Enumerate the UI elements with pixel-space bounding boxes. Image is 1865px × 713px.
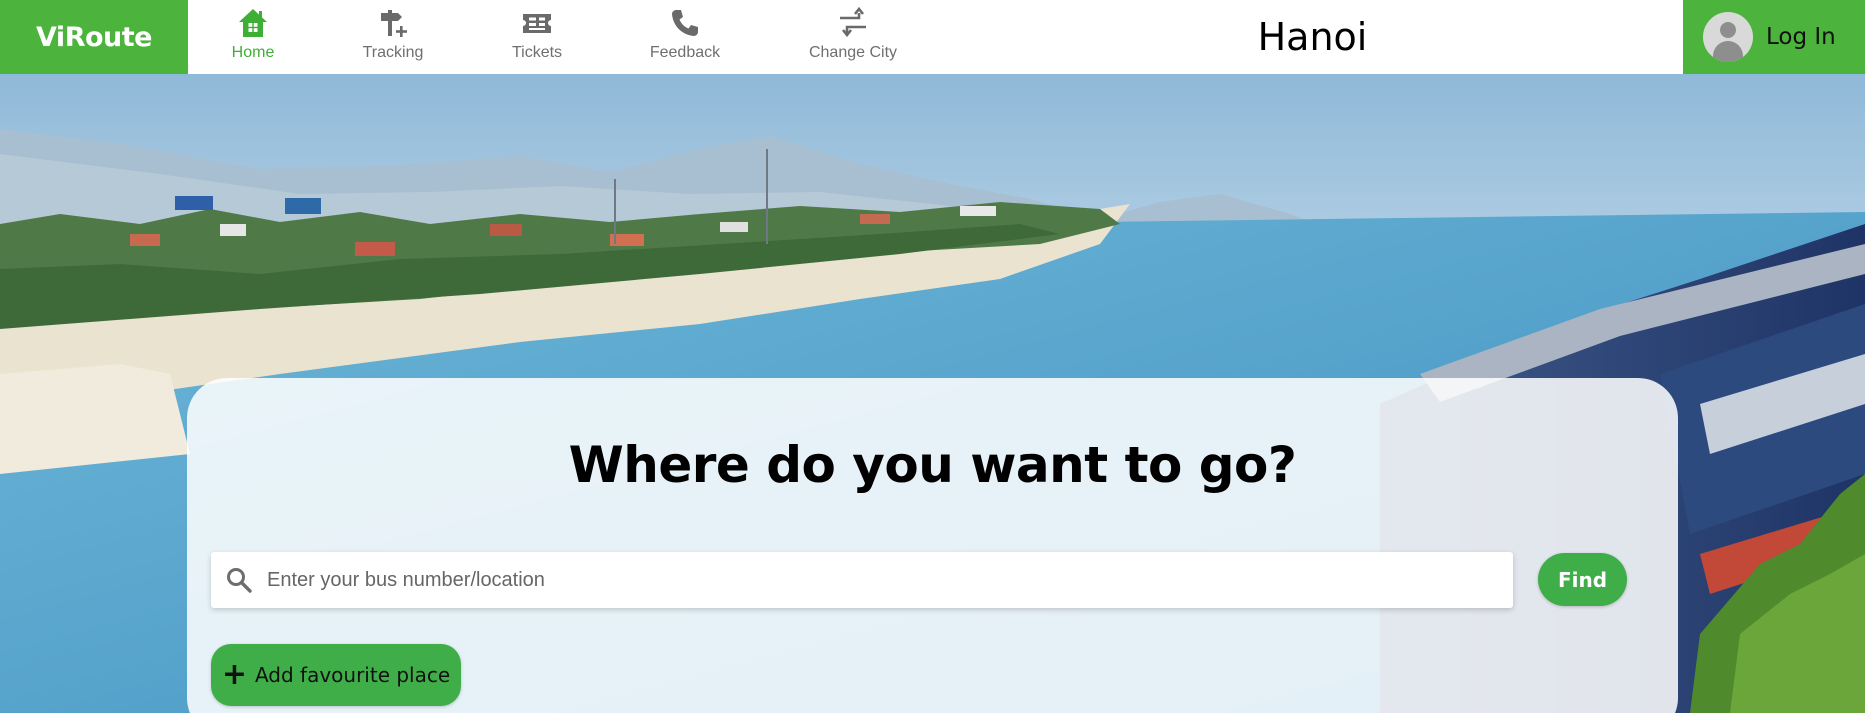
search-card: Where do you want to go? Find + Add favo… bbox=[187, 378, 1678, 713]
home-icon bbox=[235, 6, 271, 40]
nav-home[interactable]: Home bbox=[226, 6, 280, 68]
find-button[interactable]: Find bbox=[1538, 553, 1627, 606]
brand-logo[interactable]: ViRoute bbox=[0, 0, 188, 74]
nav-tracking-label: Tracking bbox=[362, 44, 424, 61]
nav-tracking[interactable]: Tracking bbox=[358, 6, 428, 68]
current-city[interactable]: Hanoi bbox=[1200, 0, 1425, 74]
ticket-icon bbox=[519, 6, 555, 40]
add-favourite-label: Add favourite place bbox=[254, 663, 451, 687]
plus-icon: + bbox=[221, 657, 247, 692]
nav-home-label: Home bbox=[231, 44, 275, 61]
nav-change-city-label: Change City bbox=[808, 44, 898, 61]
search-headline: Where do you want to go? bbox=[568, 436, 1297, 494]
nav-feedback-label: Feedback bbox=[649, 44, 721, 61]
top-navigation-bar: ViRoute Home Tracking Tickets Feedback C… bbox=[0, 0, 1865, 74]
user-avatar-icon bbox=[1703, 12, 1753, 62]
nav-change-city[interactable]: Change City bbox=[806, 6, 900, 68]
nav-tickets[interactable]: Tickets bbox=[505, 6, 569, 68]
signpost-icon bbox=[375, 6, 411, 40]
login-button[interactable]: Log In bbox=[1683, 0, 1865, 74]
swap-arrows-icon bbox=[835, 6, 871, 40]
login-label: Log In bbox=[1766, 24, 1836, 50]
nav-tickets-label: Tickets bbox=[511, 44, 563, 61]
add-favourite-place-button[interactable]: + Add favourite place bbox=[211, 644, 461, 706]
search-input[interactable] bbox=[267, 552, 1513, 608]
search-icon bbox=[211, 552, 267, 608]
nav-feedback[interactable]: Feedback bbox=[648, 6, 722, 68]
phone-icon bbox=[667, 6, 703, 40]
search-box[interactable] bbox=[211, 552, 1513, 608]
